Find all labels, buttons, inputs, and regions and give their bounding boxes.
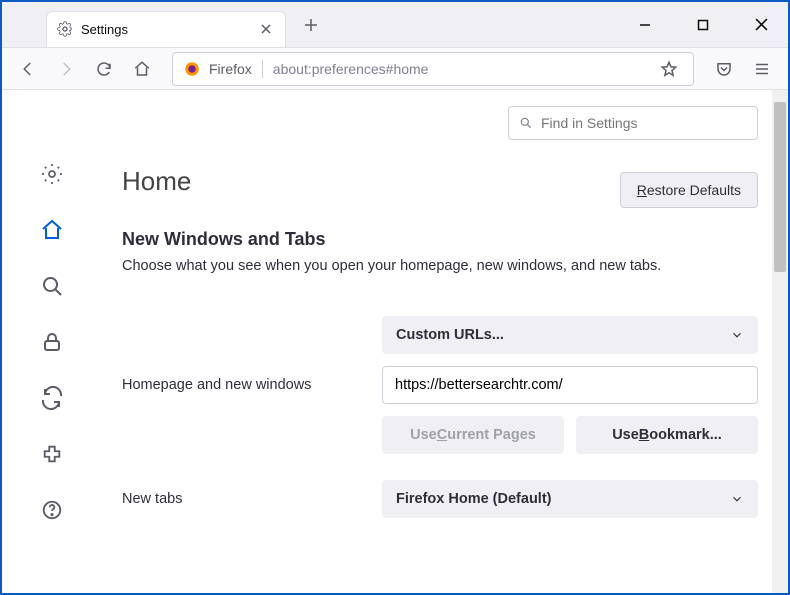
- chevron-down-icon: [730, 328, 744, 342]
- sidebar-item-search[interactable]: [38, 272, 66, 300]
- sidebar-item-privacy[interactable]: [38, 328, 66, 356]
- home-button[interactable]: [126, 53, 158, 85]
- restore-defaults-rest: estore Defaults: [647, 182, 741, 198]
- settings-sidebar: [2, 90, 102, 593]
- new-tab-button[interactable]: [296, 10, 326, 40]
- url-text: about:preferences#home: [273, 61, 645, 77]
- vertical-scrollbar[interactable]: [772, 90, 788, 593]
- use-bookmark-button[interactable]: Use Bookmark...: [576, 416, 758, 454]
- bookmark-star-icon[interactable]: [655, 55, 683, 83]
- save-to-pocket-button[interactable]: [708, 53, 740, 85]
- use-current-pages-button[interactable]: Use Current Pages: [382, 416, 564, 454]
- window-close-button[interactable]: [744, 8, 778, 42]
- sidebar-item-help[interactable]: [38, 496, 66, 524]
- tab-settings[interactable]: Settings: [46, 11, 286, 47]
- homepage-mode-value: Custom URLs...: [396, 327, 504, 343]
- window-titlebar: Settings: [2, 2, 788, 48]
- app-menu-button[interactable]: [746, 53, 778, 85]
- restore-defaults-button[interactable]: Restore Defaults: [620, 172, 758, 208]
- sidebar-item-extensions[interactable]: [38, 440, 66, 468]
- back-button[interactable]: [12, 53, 44, 85]
- sidebar-item-home[interactable]: [38, 216, 66, 244]
- identity-label: Firefox: [209, 61, 252, 77]
- newtabs-label: New tabs: [122, 480, 382, 518]
- window-minimize-button[interactable]: [628, 8, 662, 42]
- homepage-label: Homepage and new windows: [122, 366, 382, 404]
- identity-block[interactable]: Firefox: [183, 60, 263, 78]
- homepage-url-input[interactable]: [382, 366, 758, 404]
- close-tab-button[interactable]: [257, 20, 275, 38]
- sidebar-item-sync[interactable]: [38, 384, 66, 412]
- section-title: New Windows and Tabs: [122, 229, 758, 250]
- find-in-settings-field[interactable]: [541, 115, 747, 131]
- navigation-toolbar: Firefox about:preferences#home: [2, 48, 788, 90]
- settings-main-panel: Home Restore Defaults New Windows and Ta…: [102, 90, 788, 593]
- url-bar[interactable]: Firefox about:preferences#home: [172, 52, 694, 86]
- restore-defaults-accel: R: [637, 182, 647, 198]
- forward-button[interactable]: [50, 53, 82, 85]
- section-description: Choose what you see when you open your h…: [122, 258, 758, 274]
- scrollbar-thumb[interactable]: [774, 102, 786, 272]
- chevron-down-icon: [730, 492, 744, 506]
- gear-icon: [57, 21, 73, 37]
- find-in-settings-input[interactable]: [508, 106, 758, 140]
- window-maximize-button[interactable]: [686, 8, 720, 42]
- home-form: Custom URLs... Homepage and new windows …: [122, 316, 758, 518]
- homepage-button-row: Use Current Pages Use Bookmark...: [382, 416, 758, 454]
- reload-button[interactable]: [88, 53, 120, 85]
- window-controls: [628, 8, 788, 42]
- homepage-mode-select[interactable]: Custom URLs...: [382, 316, 758, 354]
- firefox-logo-icon: [183, 60, 201, 78]
- tab-label: Settings: [81, 22, 249, 37]
- newtabs-mode-select[interactable]: Firefox Home (Default): [382, 480, 758, 518]
- content-area: Home Restore Defaults New Windows and Ta…: [2, 90, 788, 593]
- sidebar-item-general[interactable]: [38, 160, 66, 188]
- newtabs-mode-value: Firefox Home (Default): [396, 491, 552, 507]
